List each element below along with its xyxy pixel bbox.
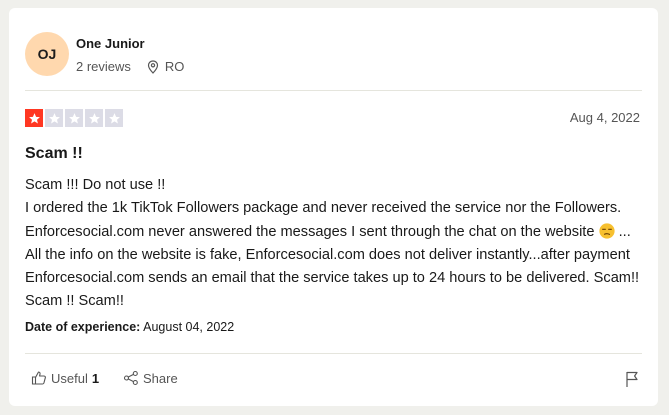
star-icon [45, 109, 63, 127]
review-body-paragraph: I ordered the 1k TikTok Followers packag… [25, 197, 641, 313]
reviewer-country: RO [164, 59, 185, 74]
location-pin-icon [147, 59, 159, 74]
unamused-face-icon [598, 222, 615, 239]
date-of-experience: Date of experience: August 04, 2022 [25, 320, 234, 334]
star-icon [105, 109, 123, 127]
review-count: 2 reviews [76, 59, 131, 74]
useful-label: Useful [51, 370, 88, 386]
header-divider [25, 90, 642, 91]
star-rating [25, 109, 123, 127]
experience-date: August 04, 2022 [143, 320, 235, 334]
reviewer-meta: 2 reviews RO [76, 59, 184, 74]
review-body-text: I ordered the 1k TikTok Followers packag… [25, 200, 622, 240]
review-card: OJ One Junior 2 reviews RO Aug 4, 2022 S… [9, 8, 658, 406]
share-label: Share [143, 370, 178, 386]
review-date: Aug 4, 2022 [569, 110, 640, 125]
reviewer-name[interactable]: One Junior [76, 36, 145, 51]
useful-button[interactable]: Useful 1 [31, 370, 99, 386]
experience-label: Date of experience: [25, 320, 141, 334]
flag-icon[interactable] [624, 370, 640, 388]
star-icon [25, 109, 43, 127]
thumbs-up-icon [31, 371, 46, 385]
review-body-line: Scam !!! Do not use !! [25, 177, 166, 193]
footer-divider [25, 353, 642, 354]
share-button[interactable]: Share [123, 370, 178, 386]
reviewer-header: OJ One Junior 2 reviews RO [25, 29, 642, 89]
share-icon [123, 370, 138, 386]
star-icon [85, 109, 103, 127]
star-icon [65, 109, 83, 127]
review-actions: Useful 1 Share [25, 370, 642, 390]
review-title[interactable]: Scam !! [25, 145, 83, 163]
review-body: Scam !!! Do not use !! I ordered the 1k … [25, 174, 641, 314]
useful-count: 1 [91, 370, 100, 386]
avatar[interactable]: OJ [25, 32, 69, 76]
